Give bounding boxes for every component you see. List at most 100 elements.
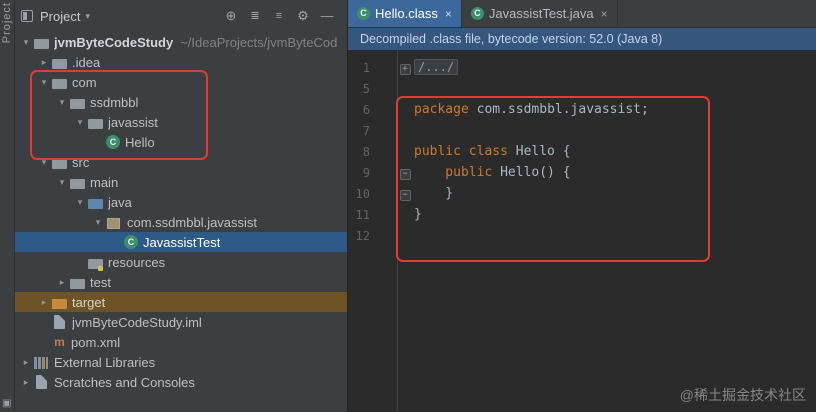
line-number[interactable]: 12 bbox=[348, 229, 397, 243]
fold-expanded-icon[interactable]: − bbox=[399, 169, 411, 180]
fold-collapsed-icon[interactable]: + bbox=[399, 64, 411, 75]
keyword-token: public bbox=[414, 165, 501, 180]
tree-item-label: Scratches and Consoles bbox=[54, 374, 195, 390]
line-number[interactable]: 9 bbox=[348, 166, 397, 180]
code-line[interactable]: 12 bbox=[348, 225, 816, 246]
chevron-down-icon[interactable]: ▾ bbox=[72, 197, 88, 208]
tree-item-label: target bbox=[72, 294, 106, 310]
code-token: Hello { bbox=[515, 144, 571, 159]
tab-hello-class[interactable]: C Hello.class × bbox=[348, 0, 462, 27]
chevron-right-icon[interactable]: ▸ bbox=[54, 277, 70, 288]
chevron-right-icon[interactable]: ▸ bbox=[18, 357, 34, 368]
tree-item-src[interactable]: ▾ src bbox=[15, 152, 347, 172]
chevron-down-icon[interactable]: ▾ bbox=[90, 217, 106, 228]
code-line[interactable]: 1 + /.../ bbox=[348, 57, 816, 78]
chevron-down-icon[interactable]: ▾ bbox=[54, 97, 70, 108]
line-number[interactable]: 7 bbox=[348, 124, 397, 138]
folder-icon bbox=[52, 78, 67, 89]
chevron-down-icon[interactable]: ▾ bbox=[18, 37, 34, 48]
close-icon[interactable]: × bbox=[601, 7, 608, 21]
tree-item-package[interactable]: ▾ com.ssdmbbl.javassist bbox=[15, 212, 347, 232]
code-token: } bbox=[414, 186, 454, 201]
folder-icon bbox=[70, 178, 85, 189]
collapse-all-icon[interactable]: ≣ bbox=[243, 0, 267, 32]
project-tool-window-button[interactable]: Project bbox=[1, 2, 13, 43]
tree-item-hello[interactable]: C Hello bbox=[15, 132, 347, 152]
code-token: } bbox=[414, 207, 422, 222]
chevron-down-icon[interactable]: ▾ bbox=[72, 117, 88, 128]
tree-item-javassist[interactable]: ▾ javassist bbox=[15, 112, 347, 132]
code-line[interactable]: 6 package com.ssdmbbl.javassist; bbox=[348, 99, 816, 120]
watermark: @稀土掘金技术社区 bbox=[679, 387, 806, 403]
code-line[interactable]: 5 bbox=[348, 78, 816, 99]
line-number[interactable]: 5 bbox=[348, 82, 397, 96]
tree-item-idea[interactable]: ▸ .idea bbox=[15, 52, 347, 72]
code-line[interactable]: 10 − } bbox=[348, 183, 816, 204]
tree-item-external-libraries[interactable]: ▸ External Libraries bbox=[15, 352, 347, 372]
project-panel-header: Project ▾ ⊕ ≣ ≡ ⚙ — bbox=[15, 0, 347, 32]
tree-item-label: src bbox=[72, 154, 90, 170]
code-editor[interactable]: 1 + /.../ 5 6 package com.ssdmbbl.javass… bbox=[348, 50, 816, 412]
decompile-notification-banner: Decompiled .class file, bytecode version… bbox=[348, 28, 816, 50]
settings-icon[interactable]: ⚙ bbox=[291, 0, 315, 32]
close-icon[interactable]: × bbox=[445, 7, 452, 21]
tree-item-ssdmbbl[interactable]: ▾ ssdmbbl bbox=[15, 92, 347, 112]
keyword-token: package bbox=[414, 102, 477, 117]
folded-code-chip[interactable]: /.../ bbox=[414, 59, 459, 75]
tree-item-resources[interactable]: resources bbox=[15, 252, 347, 272]
chevron-down-icon[interactable]: ▾ bbox=[54, 177, 70, 188]
editor-tabs: C Hello.class × C JavassistTest.java × bbox=[348, 0, 816, 28]
editor-area: C Hello.class × C JavassistTest.java × D… bbox=[348, 0, 816, 412]
tree-item-label: resources bbox=[108, 254, 166, 270]
expand-all-icon[interactable]: ≡ bbox=[267, 0, 291, 32]
tree-item-label: ssdmbbl bbox=[90, 94, 139, 110]
tree-item-iml-file[interactable]: jvmByteCodeStudy.iml bbox=[15, 312, 347, 332]
tree-item-project-root[interactable]: ▾ jvmByteCodeStudy ~/IdeaProjects/jvmByt… bbox=[15, 32, 347, 52]
project-panel-title[interactable]: Project bbox=[40, 9, 80, 24]
library-icon bbox=[34, 356, 48, 369]
code-line[interactable]: 7 bbox=[348, 120, 816, 141]
folder-icon bbox=[52, 58, 67, 69]
line-number[interactable]: 8 bbox=[348, 145, 397, 159]
tree-item-label: main bbox=[90, 174, 119, 190]
line-number[interactable]: 10 bbox=[348, 187, 397, 201]
tab-label: JavassistTest.java bbox=[488, 6, 594, 21]
caret-down-icon[interactable]: ▾ bbox=[85, 11, 90, 22]
excluded-folder-icon bbox=[52, 298, 67, 309]
tree-item-target[interactable]: ▸ target bbox=[15, 292, 347, 312]
line-number[interactable]: 6 bbox=[348, 103, 397, 117]
tree-item-main[interactable]: ▾ main bbox=[15, 172, 347, 192]
tree-item-pom[interactable]: m pom.xml bbox=[15, 332, 347, 352]
tab-javassisttest-java[interactable]: C JavassistTest.java × bbox=[462, 0, 618, 27]
tree-item-label: test bbox=[90, 274, 111, 290]
hide-panel-icon[interactable]: — bbox=[315, 0, 339, 32]
tree-item-com[interactable]: ▾ com bbox=[15, 72, 347, 92]
tree-item-test[interactable]: ▸ test bbox=[15, 272, 347, 292]
code-line[interactable]: 8 public class Hello { bbox=[348, 141, 816, 162]
class-icon: C bbox=[357, 7, 370, 20]
line-number[interactable]: 1 bbox=[348, 61, 397, 75]
tree-item-scratches[interactable]: ▸ Scratches and Consoles bbox=[15, 372, 347, 392]
chevron-down-icon[interactable]: ▾ bbox=[36, 77, 52, 88]
locate-file-icon[interactable]: ⊕ bbox=[219, 0, 243, 32]
line-number[interactable]: 11 bbox=[348, 208, 397, 222]
chevron-right-icon[interactable]: ▸ bbox=[36, 297, 52, 308]
tool-window-bar: Project ▣ bbox=[0, 0, 15, 412]
tree-item-java[interactable]: ▾ java bbox=[15, 192, 347, 212]
tree-item-label: com.ssdmbbl.javassist bbox=[127, 214, 258, 230]
tree-item-label: JavassistTest bbox=[143, 234, 221, 250]
chevron-down-icon[interactable]: ▾ bbox=[36, 157, 52, 168]
chevron-right-icon[interactable]: ▸ bbox=[36, 57, 52, 68]
tree-item-label: java bbox=[108, 194, 132, 210]
window-toggle-icon[interactable]: ▣ bbox=[2, 398, 11, 409]
scratches-icon bbox=[36, 375, 47, 389]
keyword-token: public class bbox=[414, 144, 516, 159]
tree-item-javassisttest[interactable]: C JavassistTest bbox=[15, 232, 347, 252]
source-folder-icon bbox=[88, 198, 103, 209]
chevron-right-icon[interactable]: ▸ bbox=[18, 377, 34, 388]
code-line[interactable]: 9 − public Hello() { bbox=[348, 162, 816, 183]
code-line[interactable]: 11 } bbox=[348, 204, 816, 225]
project-tree: ▾ jvmByteCodeStudy ~/IdeaProjects/jvmByt… bbox=[15, 32, 347, 412]
ide-window: Project ▣ Project ▾ ⊕ ≣ ≡ ⚙ — ▾ jvmByteC… bbox=[0, 0, 816, 412]
fold-expanded-icon[interactable]: − bbox=[399, 190, 411, 201]
